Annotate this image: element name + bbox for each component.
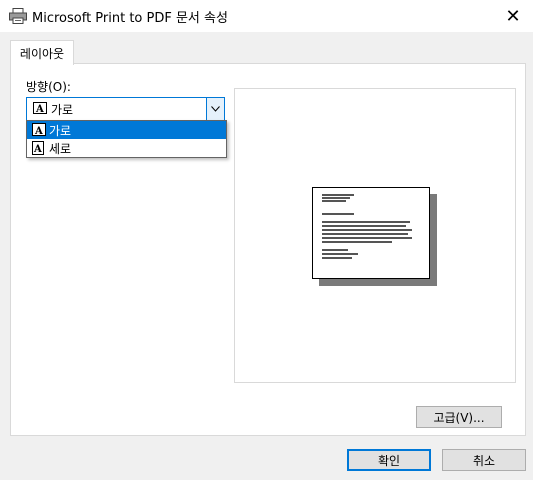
option-label: 세로: [49, 142, 72, 156]
chevron-down-icon: [211, 106, 220, 112]
tab-label: 레이아웃: [19, 46, 65, 61]
combo-dropdown-button[interactable]: [206, 98, 224, 120]
ok-button[interactable]: 확인: [347, 449, 431, 471]
svg-text:A: A: [33, 144, 42, 155]
printer-icon: [9, 8, 27, 24]
orientation-value: 가로: [51, 103, 74, 117]
cancel-button-label: 취소: [472, 453, 496, 468]
portrait-icon: A: [32, 141, 44, 155]
svg-text:A: A: [35, 104, 44, 114]
orientation-option-portrait[interactable]: A 세로: [27, 139, 226, 157]
orientation-combobox[interactable]: A 가로: [26, 97, 225, 121]
close-button[interactable]: ✕: [493, 0, 533, 32]
dialog-body: 레이아웃 방향(O): A 가로 A 가로 A 세로 고급(V)... 확인 취…: [0, 32, 533, 480]
title-bar: Microsoft Print to PDF 문서 속성 ✕: [0, 0, 533, 32]
ok-button-label: 확인: [377, 453, 401, 468]
option-label: 가로: [49, 124, 72, 138]
page-preview: [234, 88, 516, 383]
landscape-icon: A: [32, 123, 46, 136]
advanced-button[interactable]: 고급(V)...: [416, 406, 502, 428]
orientation-option-landscape[interactable]: A 가로: [27, 121, 226, 139]
svg-text:A: A: [34, 126, 43, 136]
advanced-button-label: 고급(V)...: [433, 410, 485, 425]
tab-panel-layout: 방향(O): A 가로 A 가로 A 세로 고급(V)...: [10, 63, 526, 436]
landscape-icon: A: [33, 102, 47, 114]
window-title: Microsoft Print to PDF 문서 속성: [32, 11, 228, 26]
close-icon: ✕: [505, 5, 521, 27]
orientation-dropdown-list: A 가로 A 세로: [26, 120, 227, 158]
page-preview-sheet: [312, 187, 430, 279]
orientation-label: 방향(O):: [26, 80, 71, 94]
tab-layout[interactable]: 레이아웃: [10, 40, 74, 65]
cancel-button[interactable]: 취소: [442, 449, 526, 471]
